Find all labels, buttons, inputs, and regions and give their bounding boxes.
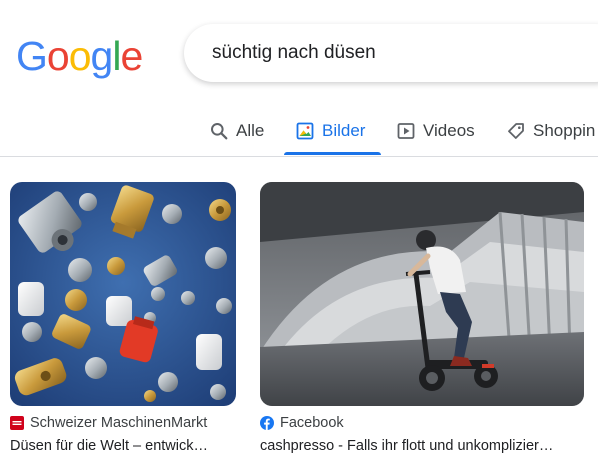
tab-images[interactable]: Bilder: [296, 104, 365, 158]
tab-all[interactable]: Alle: [210, 104, 264, 158]
facebook-icon: [260, 416, 274, 430]
scooter-image: [260, 182, 584, 406]
logo-letter: G: [16, 33, 48, 79]
tab-label: Alle: [236, 121, 265, 140]
tab-shopping[interactable]: Shoppin: [507, 104, 595, 158]
result-thumbnail[interactable]: [260, 182, 584, 406]
result-thumbnail[interactable]: [10, 182, 236, 406]
search-icon: [211, 123, 228, 140]
image-result[interactable]: Schweizer MaschinenMarkt Düsen für die W…: [10, 182, 236, 454]
search-box[interactable]: süchtig nach düsen: [184, 24, 598, 82]
source-name: Facebook: [280, 415, 344, 431]
logo-letter: l: [112, 33, 121, 79]
result-caption[interactable]: cashpresso - Falls ihr flott und unkompl…: [260, 438, 584, 454]
source-name: Schweizer MaschinenMarkt: [30, 415, 208, 431]
maschinenmarkt-favicon: [10, 416, 24, 430]
nozzles-image: [10, 182, 236, 406]
google-logo[interactable]: Google: [16, 30, 143, 82]
tag-icon: [508, 123, 524, 139]
tab-label: Bilder: [322, 121, 366, 140]
logo-letter: e: [120, 33, 143, 79]
result-source[interactable]: Schweizer MaschinenMarkt: [10, 415, 236, 431]
image-result[interactable]: Facebook cashpresso - Falls ihr flott un…: [260, 182, 584, 454]
tab-label: Videos: [423, 121, 475, 140]
tab-videos[interactable]: Videos: [397, 104, 475, 158]
logo-letter: g: [90, 33, 114, 79]
result-source[interactable]: Facebook: [260, 415, 584, 431]
search-tabs: Alle Bilder Videos Shoppin: [0, 104, 598, 158]
logo-letter: o: [68, 33, 92, 79]
logo-letter: o: [46, 33, 70, 79]
result-caption[interactable]: Düsen für die Welt – entwick…: [10, 438, 236, 454]
image-icon: [296, 122, 314, 140]
tab-label: Shoppin: [533, 121, 596, 140]
divider: [0, 156, 598, 157]
video-icon: [397, 123, 415, 139]
header: Google süchtig nach düsen: [0, 0, 598, 100]
active-tab-indicator: [284, 152, 381, 155]
search-input[interactable]: süchtig nach düsen: [212, 24, 376, 82]
